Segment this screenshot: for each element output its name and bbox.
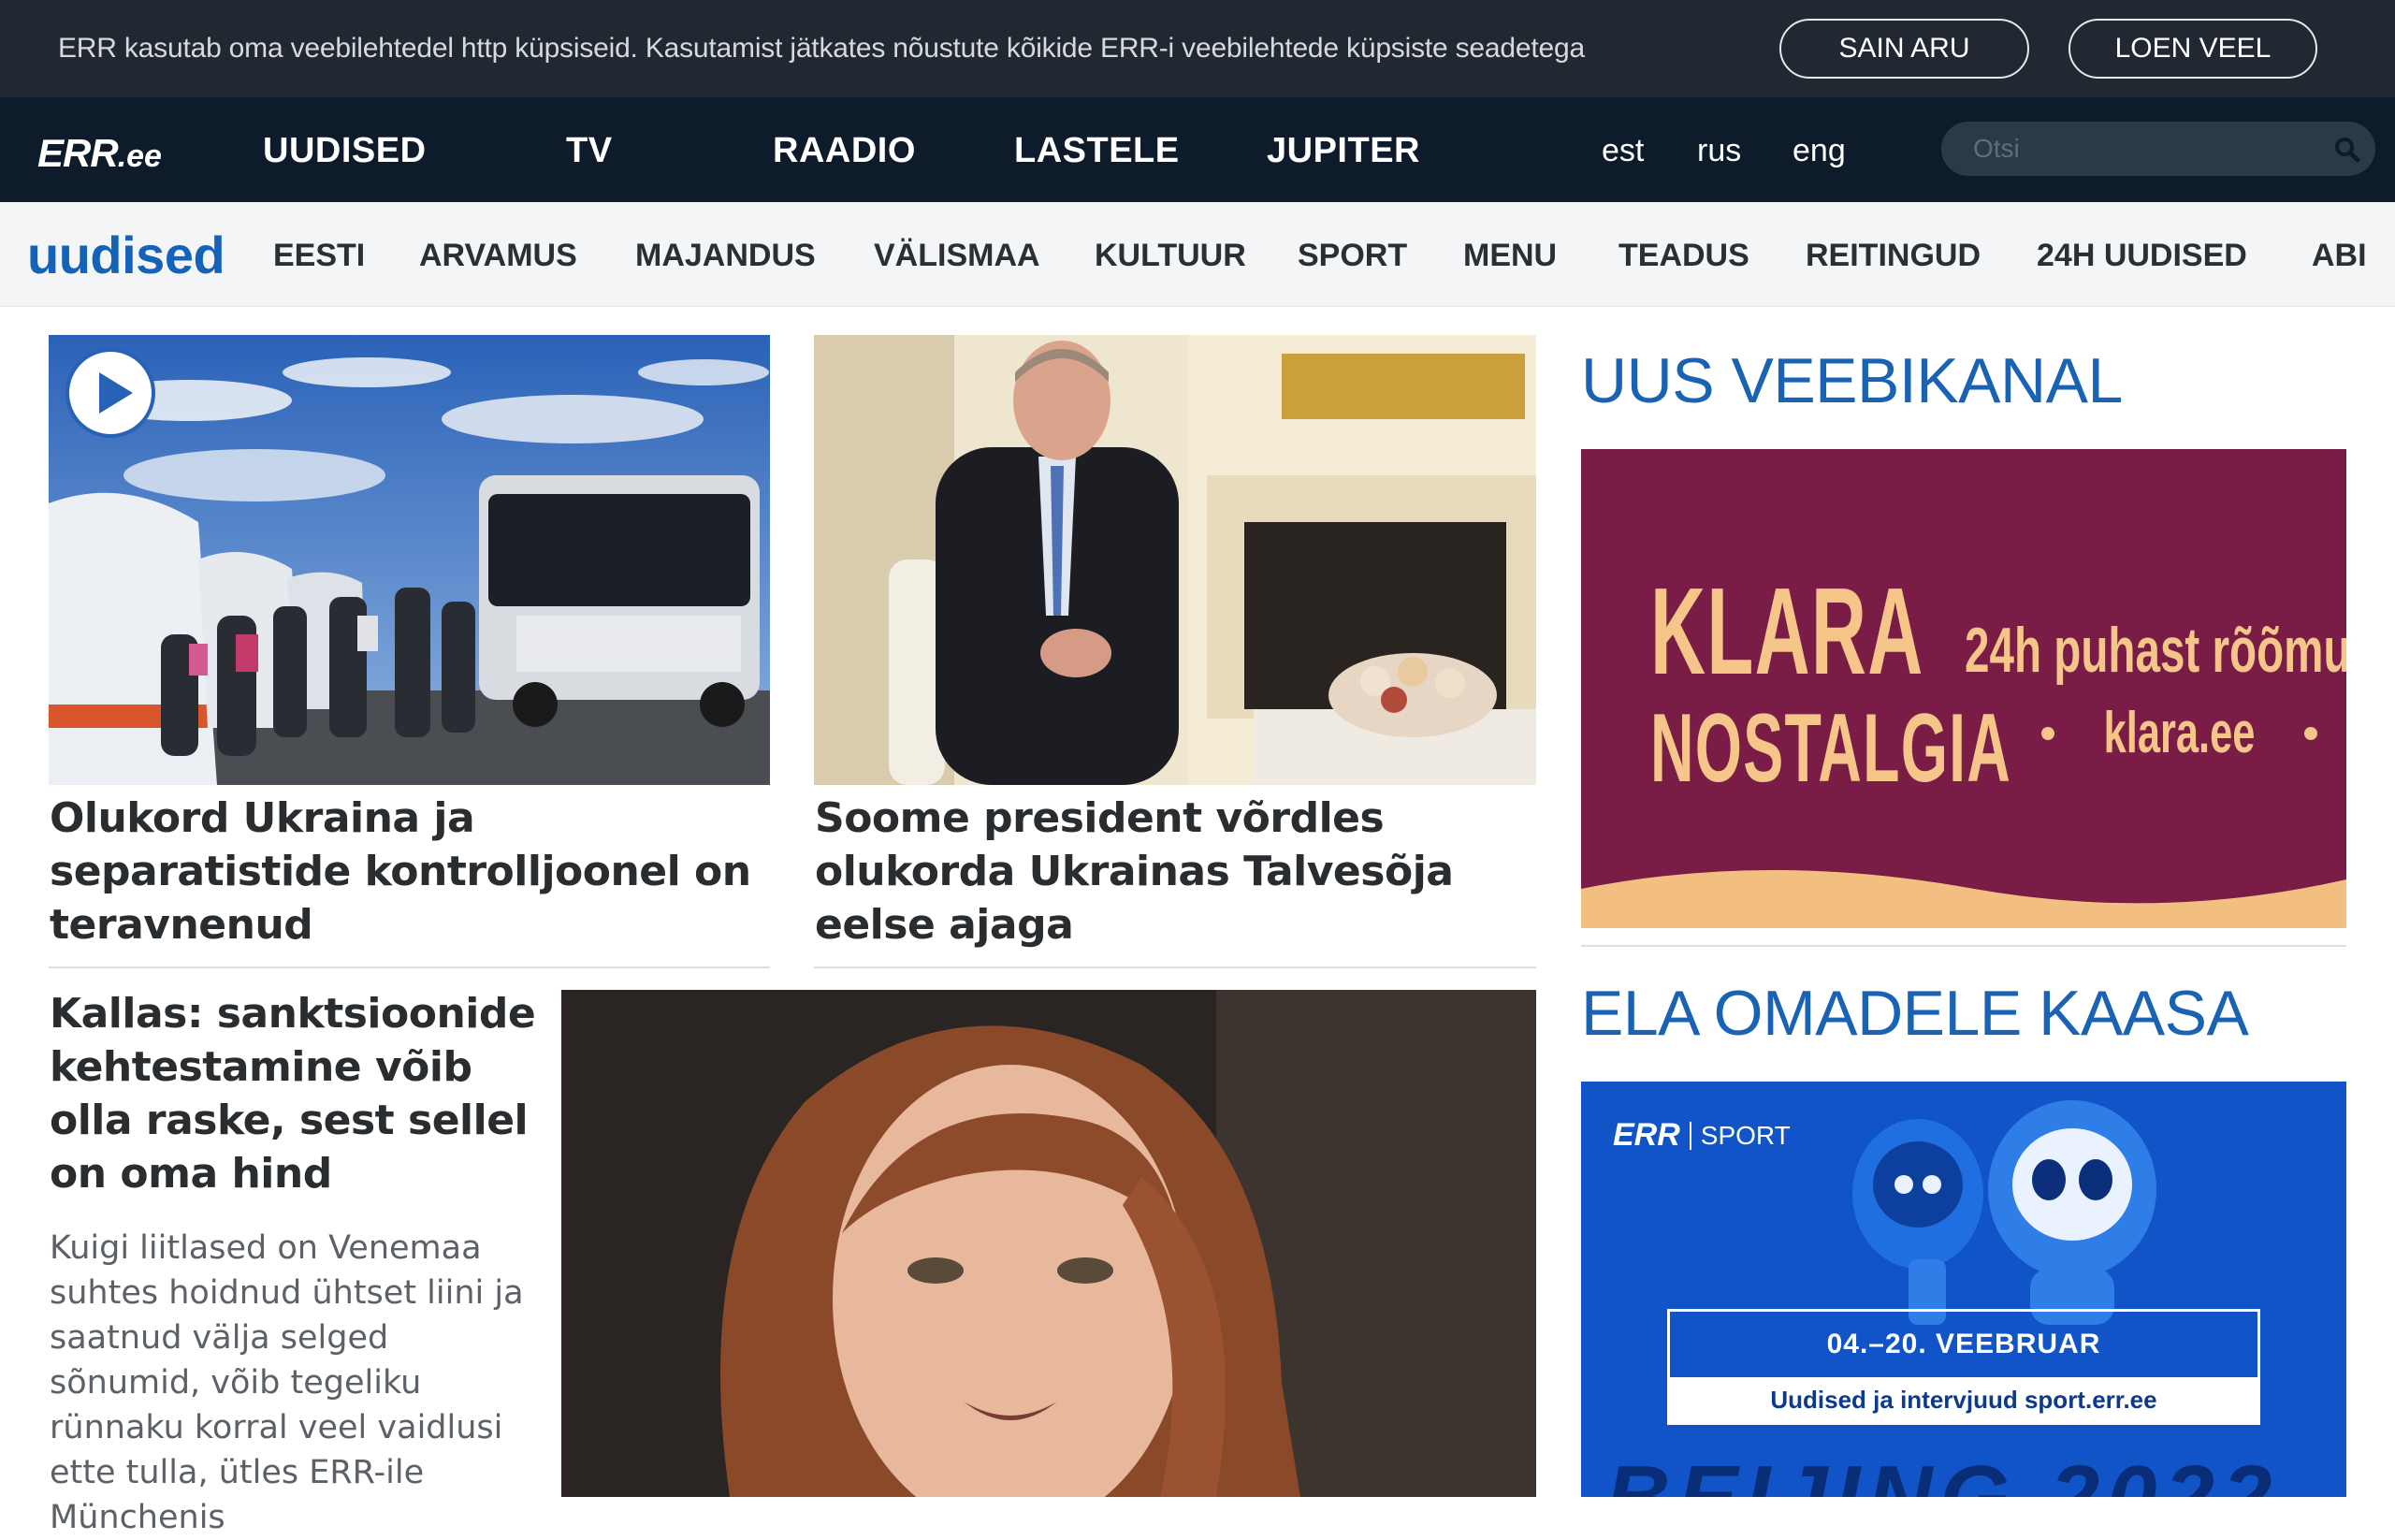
klara-brand-line1: KLARA	[1650, 562, 1924, 700]
section-item-sport[interactable]: SPORT	[1298, 238, 1407, 274]
video-play-button[interactable]	[65, 348, 155, 438]
sidebar-title-web-channel: UUS VEEBIKANAL	[1581, 345, 2123, 416]
err-logo[interactable]: ERR .ee	[37, 131, 162, 175]
search-input[interactable]	[1941, 122, 2315, 176]
section-item-24h-uudised[interactable]: 24H UUDISED	[2037, 238, 2247, 274]
klara-url: klara.ee	[2103, 701, 2256, 765]
sport-logo-brand: ERR	[1613, 1117, 1680, 1153]
article-image-ukraine[interactable]	[49, 335, 770, 785]
section-item-eesti[interactable]: EESTI	[273, 238, 365, 274]
photo-bus-evacuation	[49, 335, 770, 785]
section-logo[interactable]: uudised	[27, 225, 225, 285]
topnav-item-uudised[interactable]: UUDISED	[263, 131, 427, 171]
search-icon[interactable]	[2332, 135, 2362, 165]
klara-brand-line2: NOSTALGIA	[1650, 694, 2012, 803]
dot-icon	[2041, 726, 2054, 740]
section-navigation: uudised EESTI ARVAMUS MAJANDUS VÄLISMAA …	[0, 202, 2395, 307]
klara-nostalgia-banner[interactable]: KLARA NOSTALGIA 24h puhast rõõmu! klara.…	[1581, 449, 2346, 928]
language-rus[interactable]: rus	[1697, 133, 1741, 169]
klara-brand: KLARA NOSTALGIA	[1650, 562, 2012, 805]
cookie-accept-button[interactable]: SAIN ARU	[1779, 19, 2029, 79]
article-image-president[interactable]	[814, 335, 1536, 785]
top-navigation: ERR .ee UUDISED TV RAADIO LASTELE JUPITE…	[0, 97, 2395, 202]
cookie-text: ERR kasutab oma veebilehtedel http küpsi…	[58, 33, 1585, 64]
section-item-menu[interactable]: MENU	[1463, 238, 1557, 274]
topnav-item-lastele[interactable]: LASTELE	[1014, 131, 1180, 171]
section-item-arvamus[interactable]: ARVAMUS	[419, 238, 577, 274]
cookie-bar: ERR kasutab oma veebilehtedel http küpsi…	[0, 0, 2395, 97]
article-headline[interactable]: Soome president võrdles olukorda Ukraina…	[815, 792, 1536, 952]
klara-tagline: 24h puhast rõõmu!	[1965, 615, 2346, 686]
dates-box: 04.–20. VEEBRUAR Uudised ja intervjuud s…	[1667, 1309, 2260, 1425]
article-image-kallas[interactable]	[561, 990, 1536, 1497]
sport-logo: ERR SPORT	[1613, 1117, 1791, 1154]
dot-icon	[2304, 726, 2317, 740]
section-item-majandus[interactable]: MAJANDUS	[635, 238, 816, 274]
logo-suffix-text: .ee	[117, 138, 162, 174]
topnav-item-raadio[interactable]: RAADIO	[773, 131, 916, 171]
event-dates: 04.–20. VEEBRUAR	[1826, 1329, 2101, 1359]
play-icon	[99, 372, 133, 414]
section-item-kultuur[interactable]: KULTUUR	[1095, 238, 1246, 274]
article-divider	[49, 966, 770, 968]
cookie-read-more-button[interactable]: LOEN VEEL	[2068, 19, 2317, 79]
section-item-teadus[interactable]: TEADUS	[1618, 238, 1749, 274]
language-eng[interactable]: eng	[1793, 133, 1846, 169]
logo-main-text: ERR	[37, 131, 119, 175]
event-subline: Uudised ja intervjuud sport.err.ee	[1670, 1377, 2257, 1422]
article-divider	[814, 966, 1536, 968]
article-headline-main[interactable]: Kallas: sanktsioonide kehtestamine võib …	[50, 987, 536, 1200]
logo-separator	[1689, 1121, 1691, 1150]
event-name: BEIJING 2022	[1605, 1446, 2279, 1497]
language-est[interactable]: est	[1602, 133, 1644, 169]
klara-url-row: klara.ee	[2041, 700, 2317, 766]
section-item-abi[interactable]: ABI	[2312, 238, 2367, 274]
search-box	[1941, 122, 2375, 176]
section-item-valismaa[interactable]: VÄLISMAA	[874, 238, 1040, 274]
topnav-item-tv[interactable]: TV	[566, 131, 613, 171]
photo-portrait	[561, 990, 1536, 1497]
sidebar-divider	[1581, 945, 2346, 947]
section-item-reitingud[interactable]: REITINGUD	[1806, 238, 1981, 274]
article-lead: Kuigi liitlased on Venemaa suhtes hoidnu…	[50, 1229, 524, 1536]
sidebar-title-cheer: ELA OMADELE KAASA	[1581, 978, 2249, 1049]
topnav-item-jupiter[interactable]: JUPITER	[1267, 131, 1420, 171]
article-headline[interactable]: Olukord Ukraina ja separatistide kontrol…	[50, 792, 770, 952]
sport-olympics-banner[interactable]: ERR SPORT 04.–20. VEEBRUAR Uudised ja in…	[1581, 1082, 2346, 1497]
sport-logo-section: SPORT	[1700, 1120, 1791, 1150]
photo-president	[814, 335, 1536, 785]
